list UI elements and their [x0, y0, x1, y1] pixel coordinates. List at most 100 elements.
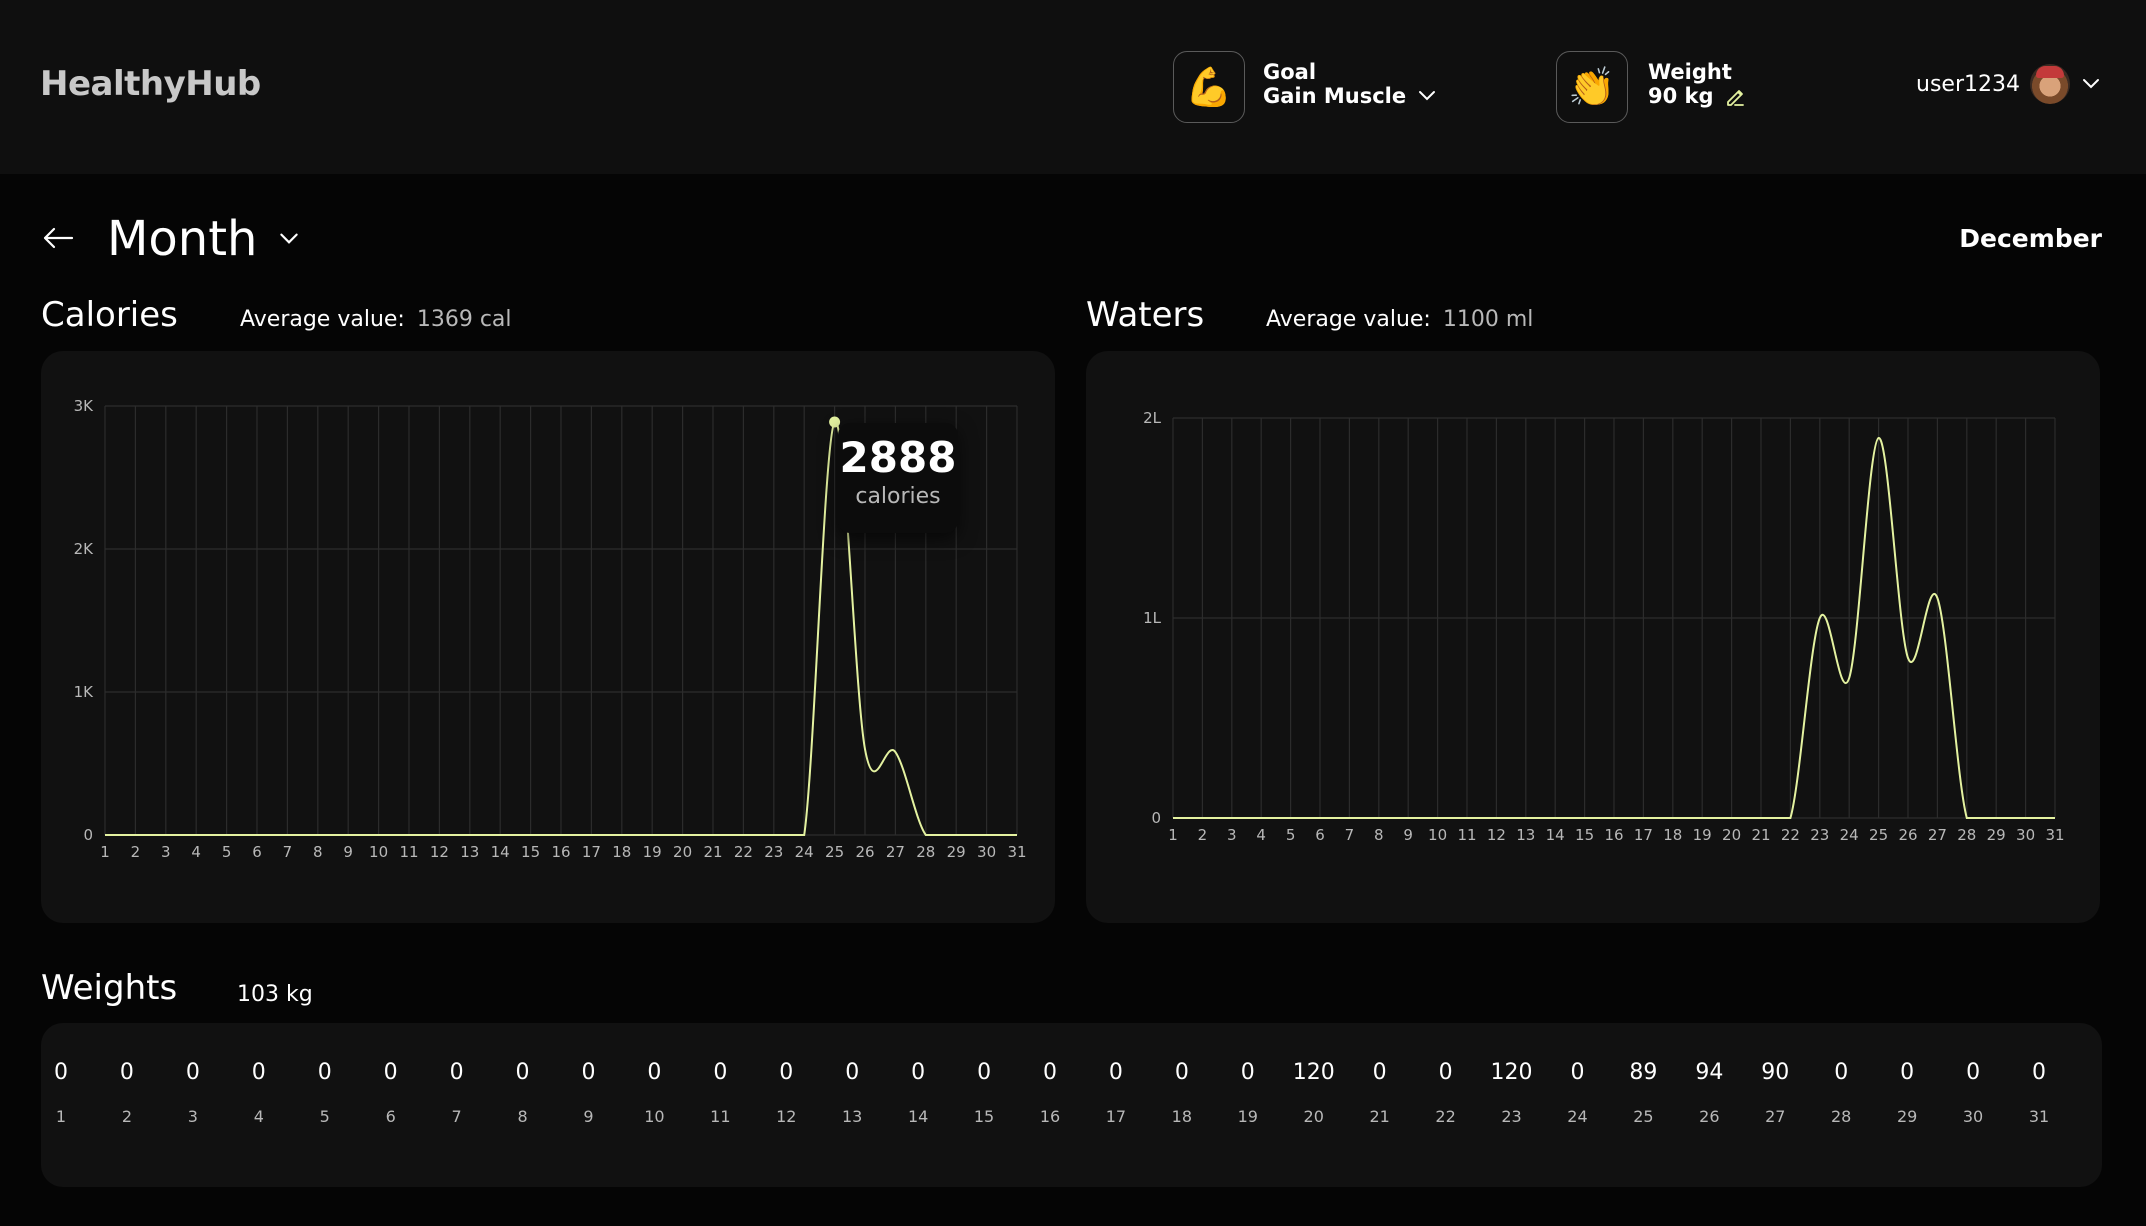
x-tick-label: 21 — [1751, 826, 1770, 844]
weight-day-item: 0 10 — [624, 1024, 684, 1126]
data-point[interactable] — [132, 832, 138, 838]
data-point[interactable] — [1317, 815, 1323, 821]
goal-button[interactable]: 💪 — [1173, 51, 1245, 123]
chevron-down-icon[interactable] — [1416, 89, 1438, 103]
data-point[interactable] — [801, 832, 807, 838]
data-point[interactable] — [1435, 815, 1441, 821]
data-point[interactable] — [1729, 815, 1735, 821]
data-point[interactable] — [1405, 815, 1411, 821]
data-point[interactable] — [740, 832, 746, 838]
data-point[interactable] — [224, 832, 230, 838]
data-point[interactable] — [1258, 815, 1264, 821]
data-point[interactable] — [680, 832, 686, 838]
data-point[interactable] — [1876, 435, 1882, 441]
weight-button[interactable]: 👏 — [1556, 51, 1628, 123]
calories-average: Average value: 1369 cal — [240, 307, 512, 332]
data-point[interactable] — [193, 832, 199, 838]
data-point[interactable] — [1964, 815, 1970, 821]
data-point[interactable] — [2052, 815, 2058, 821]
goal-summary[interactable]: Goal Gain Muscle — [1263, 60, 1438, 108]
data-point[interactable] — [1934, 595, 1940, 601]
data-point[interactable] — [436, 832, 442, 838]
period-selector[interactable]: Month — [107, 211, 301, 267]
data-point[interactable] — [1346, 815, 1352, 821]
data-point[interactable] — [1670, 815, 1676, 821]
data-point[interactable] — [254, 832, 260, 838]
weight-day-item: 0 19 — [1218, 1024, 1278, 1126]
data-point[interactable] — [497, 832, 503, 838]
data-point[interactable] — [1699, 815, 1705, 821]
data-point[interactable] — [2023, 815, 2029, 821]
data-point[interactable] — [376, 832, 382, 838]
data-point[interactable] — [163, 832, 169, 838]
data-point[interactable] — [588, 832, 594, 838]
data-point[interactable] — [558, 832, 564, 838]
data-point[interactable] — [953, 832, 959, 838]
arrow-left-icon[interactable] — [42, 226, 74, 250]
data-point[interactable] — [862, 746, 868, 752]
data-point[interactable] — [1817, 615, 1823, 621]
x-tick-label: 23 — [1810, 826, 1829, 844]
data-point[interactable] — [528, 832, 534, 838]
data-point[interactable] — [1787, 815, 1793, 821]
data-point[interactable] — [1611, 815, 1617, 821]
data-point[interactable] — [1014, 832, 1020, 838]
pencil-edit-icon[interactable] — [1724, 85, 1746, 107]
data-point[interactable] — [710, 832, 716, 838]
data-point[interactable] — [1758, 815, 1764, 821]
weight-day-label: 8 — [517, 1107, 528, 1126]
weight-day-label: 2 — [121, 1107, 133, 1126]
weight-title: Weight — [1648, 60, 1732, 84]
weight-value: 0 — [449, 1060, 464, 1085]
weight-day-item: 0 18 — [1152, 1024, 1212, 1126]
data-point[interactable] — [923, 832, 929, 838]
data-point[interactable] — [315, 832, 321, 838]
highlighted-point[interactable] — [829, 416, 841, 428]
data-point[interactable] — [467, 832, 473, 838]
waters-chart: 01L2L1 2 3 4 5 6 7 8 9 10 11 12 13 14 15 16 17 18 19 20 21 22… — [1143, 409, 2064, 844]
data-point[interactable] — [1846, 675, 1852, 681]
data-point[interactable] — [892, 749, 898, 755]
weight-value: 120 — [1292, 1060, 1335, 1085]
data-point[interactable] — [406, 832, 412, 838]
weight-day-label: 3 — [187, 1107, 198, 1126]
data-point[interactable] — [1523, 815, 1529, 821]
user-menu[interactable]: user1234 — [1916, 64, 2102, 104]
data-point[interactable] — [345, 832, 351, 838]
calories-tooltip: 2888 calories — [838, 423, 958, 533]
x-tick-label: 29 — [1987, 826, 2006, 844]
chevron-down-icon[interactable] — [277, 231, 301, 247]
weight-day-label: 30 — [1962, 1107, 1984, 1126]
data-point[interactable] — [102, 832, 108, 838]
data-point[interactable] — [1464, 815, 1470, 821]
weight-day-item: 0 15 — [954, 1024, 1014, 1126]
weight-day-label: 7 — [451, 1107, 462, 1126]
app-logo[interactable]: HealthyHub — [40, 64, 261, 104]
data-point[interactable] — [1582, 815, 1588, 821]
weight-value: 0 — [977, 1060, 992, 1085]
data-point[interactable] — [1170, 815, 1176, 821]
data-point[interactable] — [649, 832, 655, 838]
data-point[interactable] — [1640, 815, 1646, 821]
data-point[interactable] — [1288, 815, 1294, 821]
x-tick-label: 12 — [1487, 826, 1506, 844]
data-point[interactable] — [1376, 815, 1382, 821]
data-point[interactable] — [1493, 815, 1499, 821]
chevron-down-icon[interactable] — [2080, 77, 2102, 91]
data-point[interactable] — [1993, 815, 1999, 821]
data-point[interactable] — [619, 832, 625, 838]
y-tick-label: 0 — [1151, 809, 1161, 827]
weight-value: 0 — [1043, 1060, 1057, 1085]
data-point[interactable] — [1905, 655, 1911, 661]
data-point[interactable] — [284, 832, 290, 838]
data-point[interactable] — [1552, 815, 1558, 821]
tooltip-unit: calories — [855, 484, 941, 509]
data-point[interactable] — [771, 832, 777, 838]
waters-average: Average value: 1100 ml — [1266, 307, 1534, 332]
x-tick-label: 9 — [1403, 826, 1413, 844]
data-point[interactable] — [984, 832, 990, 838]
data-point[interactable] — [1229, 815, 1235, 821]
data-point[interactable] — [1199, 815, 1205, 821]
weights-title: Weights — [41, 968, 178, 1008]
weight-value: 89 — [1629, 1060, 1658, 1085]
